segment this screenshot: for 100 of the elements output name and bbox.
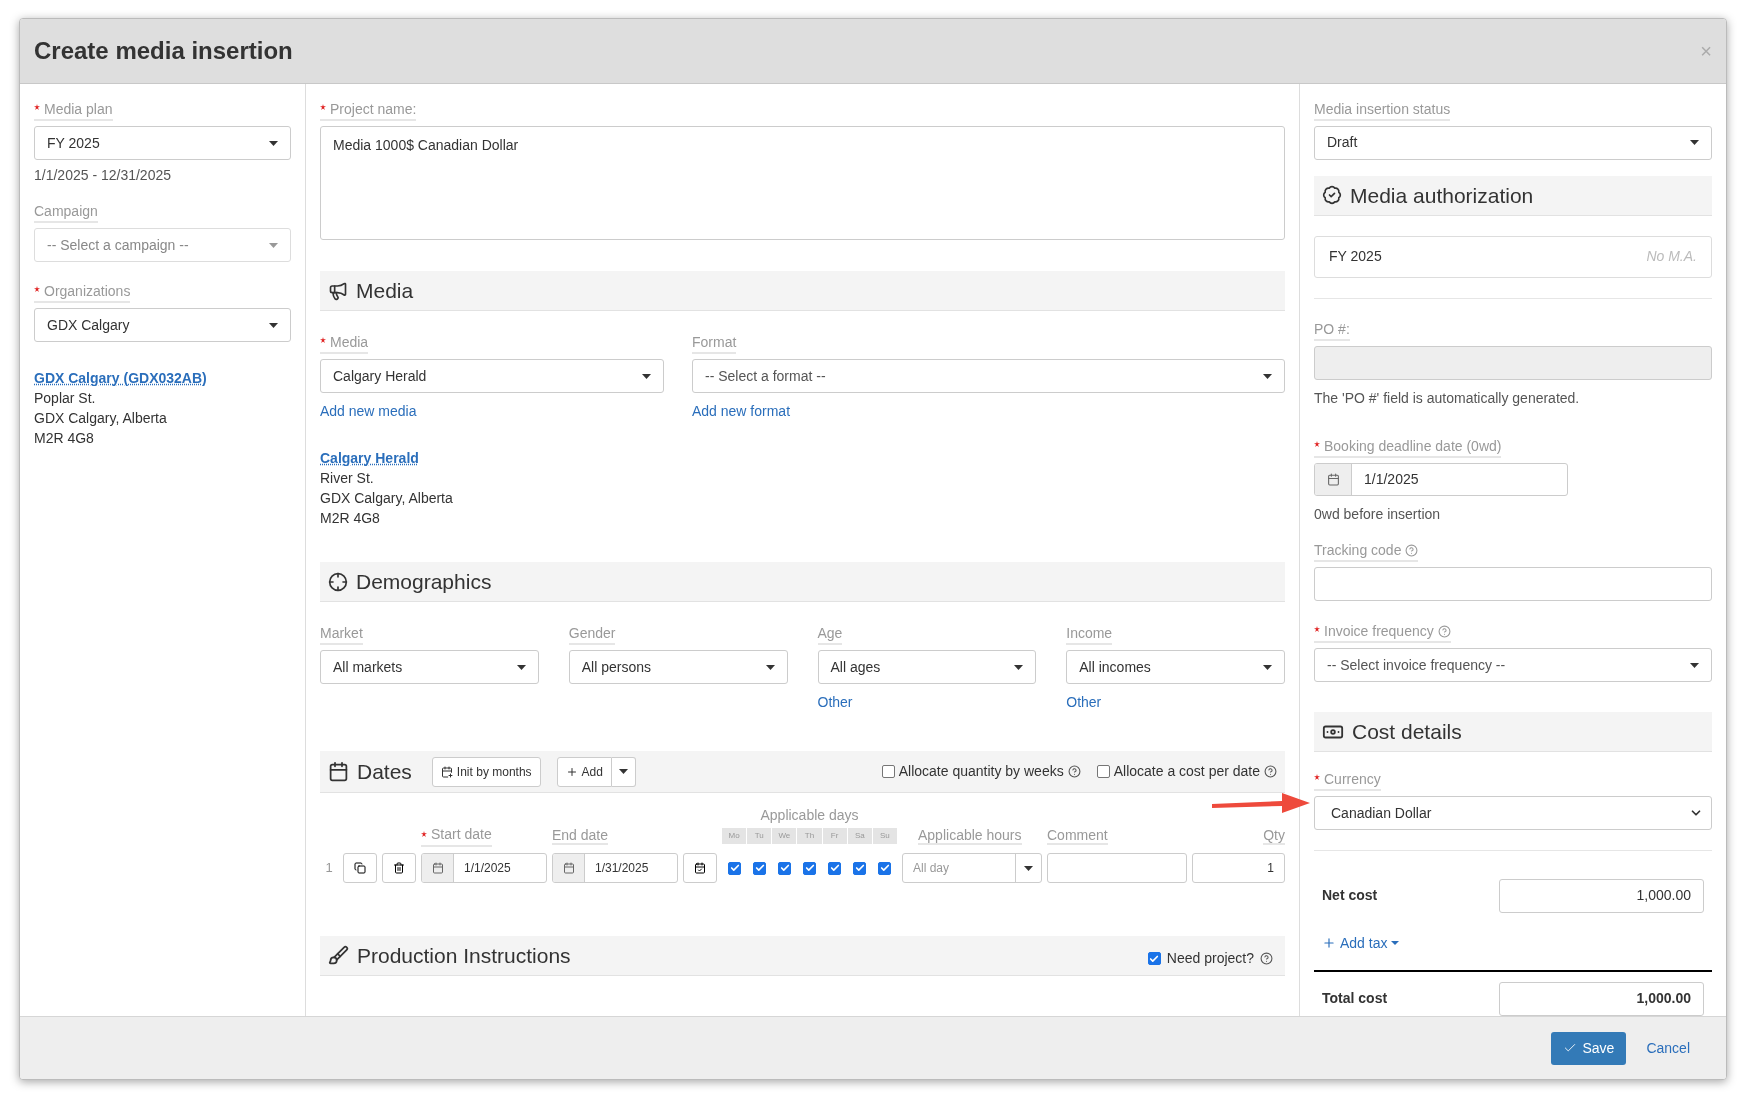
address-line: River St.: [320, 469, 375, 488]
required-icon: [1314, 774, 1320, 781]
init-by-months-button[interactable]: Init by months: [431, 756, 541, 787]
section-title: Production Instructions: [357, 942, 571, 969]
checkbox[interactable]: [853, 861, 866, 875]
cancel-button[interactable]: Cancel: [1646, 1037, 1690, 1059]
help-icon[interactable]: [1067, 765, 1081, 778]
help-icon[interactable]: [1405, 544, 1419, 558]
checkbox[interactable]: [753, 861, 766, 875]
copy-button[interactable]: [343, 853, 377, 883]
calendar-icon: [328, 761, 349, 782]
calendar-button[interactable]: [683, 853, 717, 883]
invoice-frequency-select[interactable]: -- Select invoice frequency --: [1314, 648, 1712, 683]
checkbox[interactable]: [1147, 952, 1161, 965]
caret-icon: [642, 373, 651, 379]
help-icon[interactable]: [1437, 625, 1451, 639]
tracking-code-field[interactable]: [1314, 567, 1712, 602]
caret-icon: [516, 664, 526, 670]
field-label: Income: [1066, 624, 1113, 642]
comment-field[interactable]: [1047, 853, 1187, 883]
booking-date-field[interactable]: 1/1/2025: [1314, 462, 1568, 497]
address-line: M2R 4G8: [34, 429, 95, 448]
megaphone-icon: [328, 280, 348, 301]
calendar-icon: [431, 862, 444, 874]
caret-icon: [269, 322, 278, 328]
section-title: Dates: [357, 758, 412, 785]
date-field[interactable]: 1/1/2025: [421, 853, 547, 883]
section-title: Cost details: [1352, 718, 1462, 745]
delete-button[interactable]: [382, 853, 416, 883]
plus-icon: [1322, 936, 1336, 951]
add-tax-link[interactable]: Add tax: [1322, 933, 1400, 954]
checkbox[interactable]: [803, 861, 816, 875]
demographic-select[interactable]: All incomes: [1066, 650, 1285, 684]
field-label: Media insertion status: [1314, 100, 1451, 118]
field-label: Media: [330, 333, 369, 351]
checkbox[interactable]: [1096, 765, 1110, 778]
add-menu-button[interactable]: [611, 756, 636, 787]
caret-icon: [618, 769, 628, 774]
address-line: GDX Calgary, Alberta: [34, 409, 168, 428]
organizations-select[interactable]: GDX Calgary: [34, 308, 291, 342]
authorization-card[interactable]: FY 2025 No M.A.: [1314, 235, 1712, 278]
format-select[interactable]: -- Select a format --: [692, 359, 1285, 393]
field-label: Invoice frequency: [1324, 622, 1434, 641]
demographic-select[interactable]: All persons: [568, 650, 788, 684]
help-icon[interactable]: [1264, 765, 1277, 778]
campaign-select[interactable]: -- Select a campaign --: [34, 228, 291, 262]
net-cost-label: Net cost: [1322, 886, 1378, 906]
required-icon: [1314, 440, 1320, 447]
caret-icon: [1263, 373, 1272, 379]
checkbox[interactable]: [778, 861, 791, 875]
day-label: Mo: [722, 828, 747, 844]
day-label: Su: [872, 828, 897, 844]
date-field[interactable]: 1/31/2025: [552, 853, 678, 883]
demographic-select[interactable]: All markets: [320, 650, 539, 684]
authorization-note: No M.A.: [1646, 247, 1697, 267]
save-button[interactable]: Save: [1551, 1031, 1627, 1065]
caret-icon: [765, 664, 775, 670]
calendar-check-icon: [694, 862, 706, 874]
status-select[interactable]: Draft: [1314, 126, 1712, 160]
address-line: Poplar St.: [34, 389, 97, 408]
qty-field[interactable]: 1: [1192, 853, 1285, 883]
trash-icon: [393, 862, 405, 874]
other-link[interactable]: Other: [1066, 692, 1102, 713]
caret-icon: [1263, 664, 1272, 670]
media-link[interactable]: Calgary Herald: [320, 448, 419, 468]
media-plan-select[interactable]: FY 2025: [34, 126, 291, 160]
add-media-link[interactable]: Add new media: [320, 401, 417, 422]
add-format-link[interactable]: Add new format: [692, 401, 791, 422]
check-icon: [1563, 1041, 1578, 1055]
required-icon: [34, 286, 40, 292]
required-icon: [421, 831, 427, 837]
required-icon: [320, 337, 326, 343]
address-line: M2R 4G8: [320, 509, 381, 528]
organization-link[interactable]: GDX Calgary (GDX032AB): [34, 368, 207, 388]
project-name-field[interactable]: Media 1000$ Canadian Dollar: [320, 126, 1285, 240]
add-button[interactable]: Add: [556, 756, 612, 787]
authorization-plan: FY 2025: [1329, 247, 1382, 267]
column-label: Qty: [1263, 827, 1285, 845]
net-cost-field[interactable]: 1,000.00: [1499, 879, 1704, 913]
media-select[interactable]: Calgary Herald: [320, 359, 664, 393]
calendar-icon: [1326, 472, 1340, 486]
option-label: Allocate quantity by weeks: [898, 762, 1064, 781]
help-icon[interactable]: [1260, 952, 1273, 965]
checkbox[interactable]: [881, 765, 895, 778]
checkbox[interactable]: [828, 861, 841, 875]
demographic-select[interactable]: All ages: [817, 650, 1037, 684]
checkbox[interactable]: [878, 861, 891, 875]
total-cost-field[interactable]: 1,000.00: [1499, 981, 1704, 1016]
caret-icon: [1690, 140, 1699, 146]
required-icon: [34, 104, 40, 110]
currency-select[interactable]: Canadian Dollar: [1314, 796, 1712, 830]
caret-icon: [1391, 941, 1400, 946]
need-project-label: Need project?: [1166, 949, 1254, 968]
calendar-icon: [562, 862, 575, 874]
field-label: Campaign: [34, 202, 98, 220]
checkbox[interactable]: [728, 861, 741, 875]
caret-icon: [269, 242, 278, 248]
other-link[interactable]: Other: [817, 692, 853, 713]
badge-check-icon: [1322, 185, 1342, 206]
day-label: We: [772, 828, 797, 844]
